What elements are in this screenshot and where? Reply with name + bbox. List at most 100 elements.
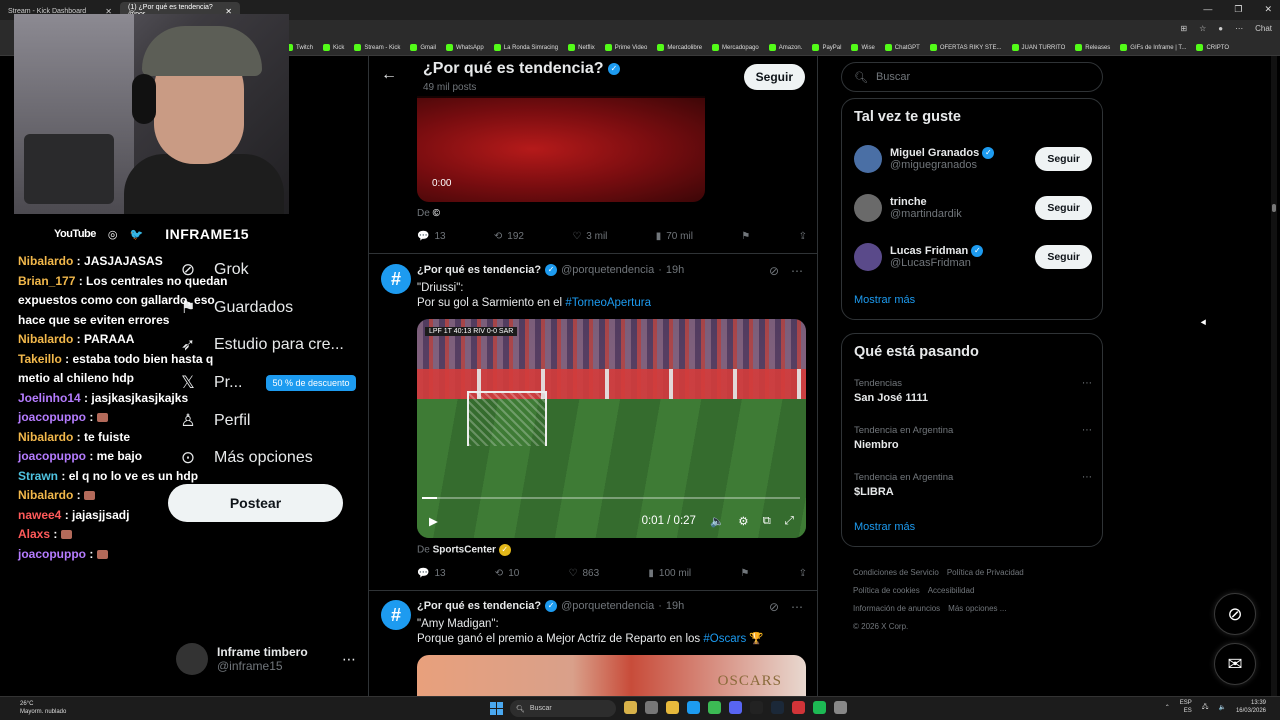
chat-username[interactable]: joacopuppo xyxy=(18,449,86,463)
bookmark-item[interactable]: PayPal xyxy=(812,44,841,51)
views-button[interactable]: ▮ 100 mil xyxy=(648,568,691,579)
follow-button[interactable]: Seguir xyxy=(1035,245,1092,269)
chat-username[interactable]: Alaxs xyxy=(18,527,50,541)
chrome-icon[interactable] xyxy=(708,701,721,714)
maximize-icon[interactable]: ❐ xyxy=(1234,4,1242,15)
more-icon[interactable]: ⋯ xyxy=(342,651,356,668)
more-icon[interactable]: ⋯ xyxy=(1082,425,1092,436)
star-icon[interactable]: ☆ xyxy=(1199,24,1206,33)
bookmark-button[interactable]: ⚑ xyxy=(740,568,749,579)
volume-icon[interactable]: 🔈 xyxy=(1218,704,1225,711)
reply-button[interactable]: 💬 13 xyxy=(417,568,446,579)
author-name[interactable]: ¿Por qué es tendencia? xyxy=(417,264,541,276)
network-icon[interactable]: 🖧 xyxy=(1202,702,1209,712)
bookmark-item[interactable]: Mercadopago xyxy=(712,44,759,51)
chat-username[interactable]: nawee4 xyxy=(18,508,61,522)
extensions-icon[interactable]: ⊞ xyxy=(1180,24,1187,33)
app-icon[interactable] xyxy=(834,701,847,714)
bookmark-item[interactable]: Kick xyxy=(323,44,344,51)
bookmark-item[interactable]: ChatGPT xyxy=(884,44,920,51)
grok-icon[interactable]: ⊘ xyxy=(769,600,779,614)
hashtag-link[interactable]: #Oscars xyxy=(703,633,746,645)
explorer-icon[interactable] xyxy=(666,701,679,714)
chat-username[interactable]: Nibalardo xyxy=(18,254,73,268)
like-button[interactable]: ♡ 3 mil xyxy=(572,231,607,242)
account-switcher[interactable]: Inframe timbero @inframe15 ⋯ xyxy=(176,643,356,675)
scrollbar-thumb[interactable] xyxy=(1272,204,1276,212)
follow-button[interactable]: Seguir xyxy=(1035,196,1092,220)
bookmark-item[interactable]: WhatsApp xyxy=(446,44,484,51)
grok-icon[interactable]: ⊘ xyxy=(769,264,779,278)
suggestion-row[interactable]: Miguel Granados ✓ @miguegranados Seguir xyxy=(854,139,1092,179)
bookmark-item[interactable]: Amazon. xyxy=(768,44,802,51)
app-icon[interactable] xyxy=(792,701,805,714)
post-image[interactable]: OSCARS xyxy=(417,655,806,696)
follow-button[interactable]: Seguir xyxy=(743,64,805,90)
more-icon[interactable]: ⋯ xyxy=(791,264,803,278)
suggestion-row[interactable]: Lucas Fridman ✓ @LucasFridman Seguir xyxy=(854,237,1092,277)
source-name[interactable]: SportsCenter xyxy=(433,545,496,556)
author-name[interactable]: ¿Por qué es tendencia? xyxy=(417,600,541,612)
scrollbar[interactable] xyxy=(1271,56,1277,696)
bookmark-item[interactable]: CRIPTO xyxy=(1196,44,1229,51)
follow-button[interactable]: Seguir xyxy=(1035,147,1092,171)
taskbar-search[interactable]: 🔍︎ Buscar xyxy=(510,700,616,717)
more-icon[interactable]: ⋯ xyxy=(791,600,803,614)
views-button[interactable]: ▮ 70 mil xyxy=(656,231,693,242)
chat-username[interactable]: Takeillo xyxy=(18,352,62,366)
footer-link[interactable]: Condiciones de Servicio xyxy=(853,568,939,577)
search-input[interactable]: 🔍︎ Buscar xyxy=(841,62,1103,92)
author-handle[interactable]: @porquetendencia xyxy=(561,600,654,612)
chat-username[interactable]: Nibalardo xyxy=(18,332,73,346)
chat-username[interactable]: Joelinho14 xyxy=(18,391,81,405)
repost-button[interactable]: ⟲ 192 xyxy=(494,231,524,242)
bookmark-item[interactable]: OFERTAS RIKY STE... xyxy=(929,44,1002,51)
trend-item[interactable]: Tendencias San José 1111 ⋯ xyxy=(854,378,1092,404)
pip-icon[interactable]: ⧉ xyxy=(763,515,771,528)
footer-link[interactable]: Más opciones ... xyxy=(948,604,1006,613)
fullscreen-icon[interactable]: ⤢ xyxy=(785,515,794,528)
bookmark-item[interactable]: Twitch xyxy=(286,44,313,51)
footer-link[interactable]: Política de Privacidad xyxy=(947,568,1024,577)
chat-username[interactable]: Strawn xyxy=(18,469,58,483)
weather-widget[interactable]: 26°C Mayorm. nublado xyxy=(20,700,66,716)
messages-float-button[interactable]: ✉ xyxy=(1214,643,1256,685)
source-name[interactable]: © xyxy=(433,208,440,219)
task-view-icon[interactable] xyxy=(645,701,658,714)
language-indicator[interactable]: ESP ES xyxy=(1180,699,1192,715)
more-icon[interactable]: ⋯ xyxy=(1082,472,1092,483)
chat-username[interactable]: joacopuppo xyxy=(18,410,86,424)
settings-icon[interactable]: ⚙ xyxy=(738,514,748,528)
app-icon[interactable] xyxy=(624,701,637,714)
grok-float-button[interactable]: ⊘ xyxy=(1214,593,1256,635)
repost-button[interactable]: ⟲ 10 xyxy=(495,568,520,579)
close-window-icon[interactable]: ✕ xyxy=(1264,4,1272,15)
bookmark-item[interactable]: Stream - Kick xyxy=(354,44,400,51)
steam-icon[interactable] xyxy=(771,701,784,714)
bookmark-item[interactable]: Mercadolibre xyxy=(657,44,702,51)
footer-link[interactable]: Accesibilidad xyxy=(928,586,975,595)
chat-username[interactable]: Nibalardo xyxy=(18,488,73,502)
volume-icon[interactable]: 🔈 xyxy=(710,514,724,528)
footer-link[interactable]: © 2026 X Corp. xyxy=(853,622,908,631)
bookmark-item[interactable]: Releases xyxy=(1075,44,1110,51)
trend-item[interactable]: Tendencia en Argentina $LIBRA ⋯ xyxy=(854,472,1092,498)
minimize-icon[interactable]: — xyxy=(1203,4,1212,15)
play-icon[interactable]: ▶ xyxy=(429,514,438,528)
footer-link[interactable]: Información de anuncios xyxy=(853,604,940,613)
post-time[interactable]: 19h xyxy=(666,600,684,612)
edge-icon[interactable] xyxy=(687,701,700,714)
bookmark-item[interactable]: La Ronda Simracing xyxy=(493,44,558,51)
chat-button[interactable]: Chat xyxy=(1255,24,1272,33)
author-handle[interactable]: @porquetendencia xyxy=(561,264,654,276)
show-more-link[interactable]: Mostrar más xyxy=(854,521,915,533)
avatar[interactable]: # xyxy=(381,600,411,630)
bookmark-item[interactable]: GIFs de Inframe | T... xyxy=(1120,44,1186,51)
spotify-icon[interactable] xyxy=(813,701,826,714)
windows-start-icon[interactable] xyxy=(490,702,503,715)
bookmark-item[interactable]: JUAN TURRITO xyxy=(1011,44,1065,51)
post-time[interactable]: 19h xyxy=(666,264,684,276)
obs-icon[interactable] xyxy=(750,701,763,714)
footer-link[interactable]: Política de cookies xyxy=(853,586,920,595)
show-more-link[interactable]: Mostrar más xyxy=(854,294,915,306)
